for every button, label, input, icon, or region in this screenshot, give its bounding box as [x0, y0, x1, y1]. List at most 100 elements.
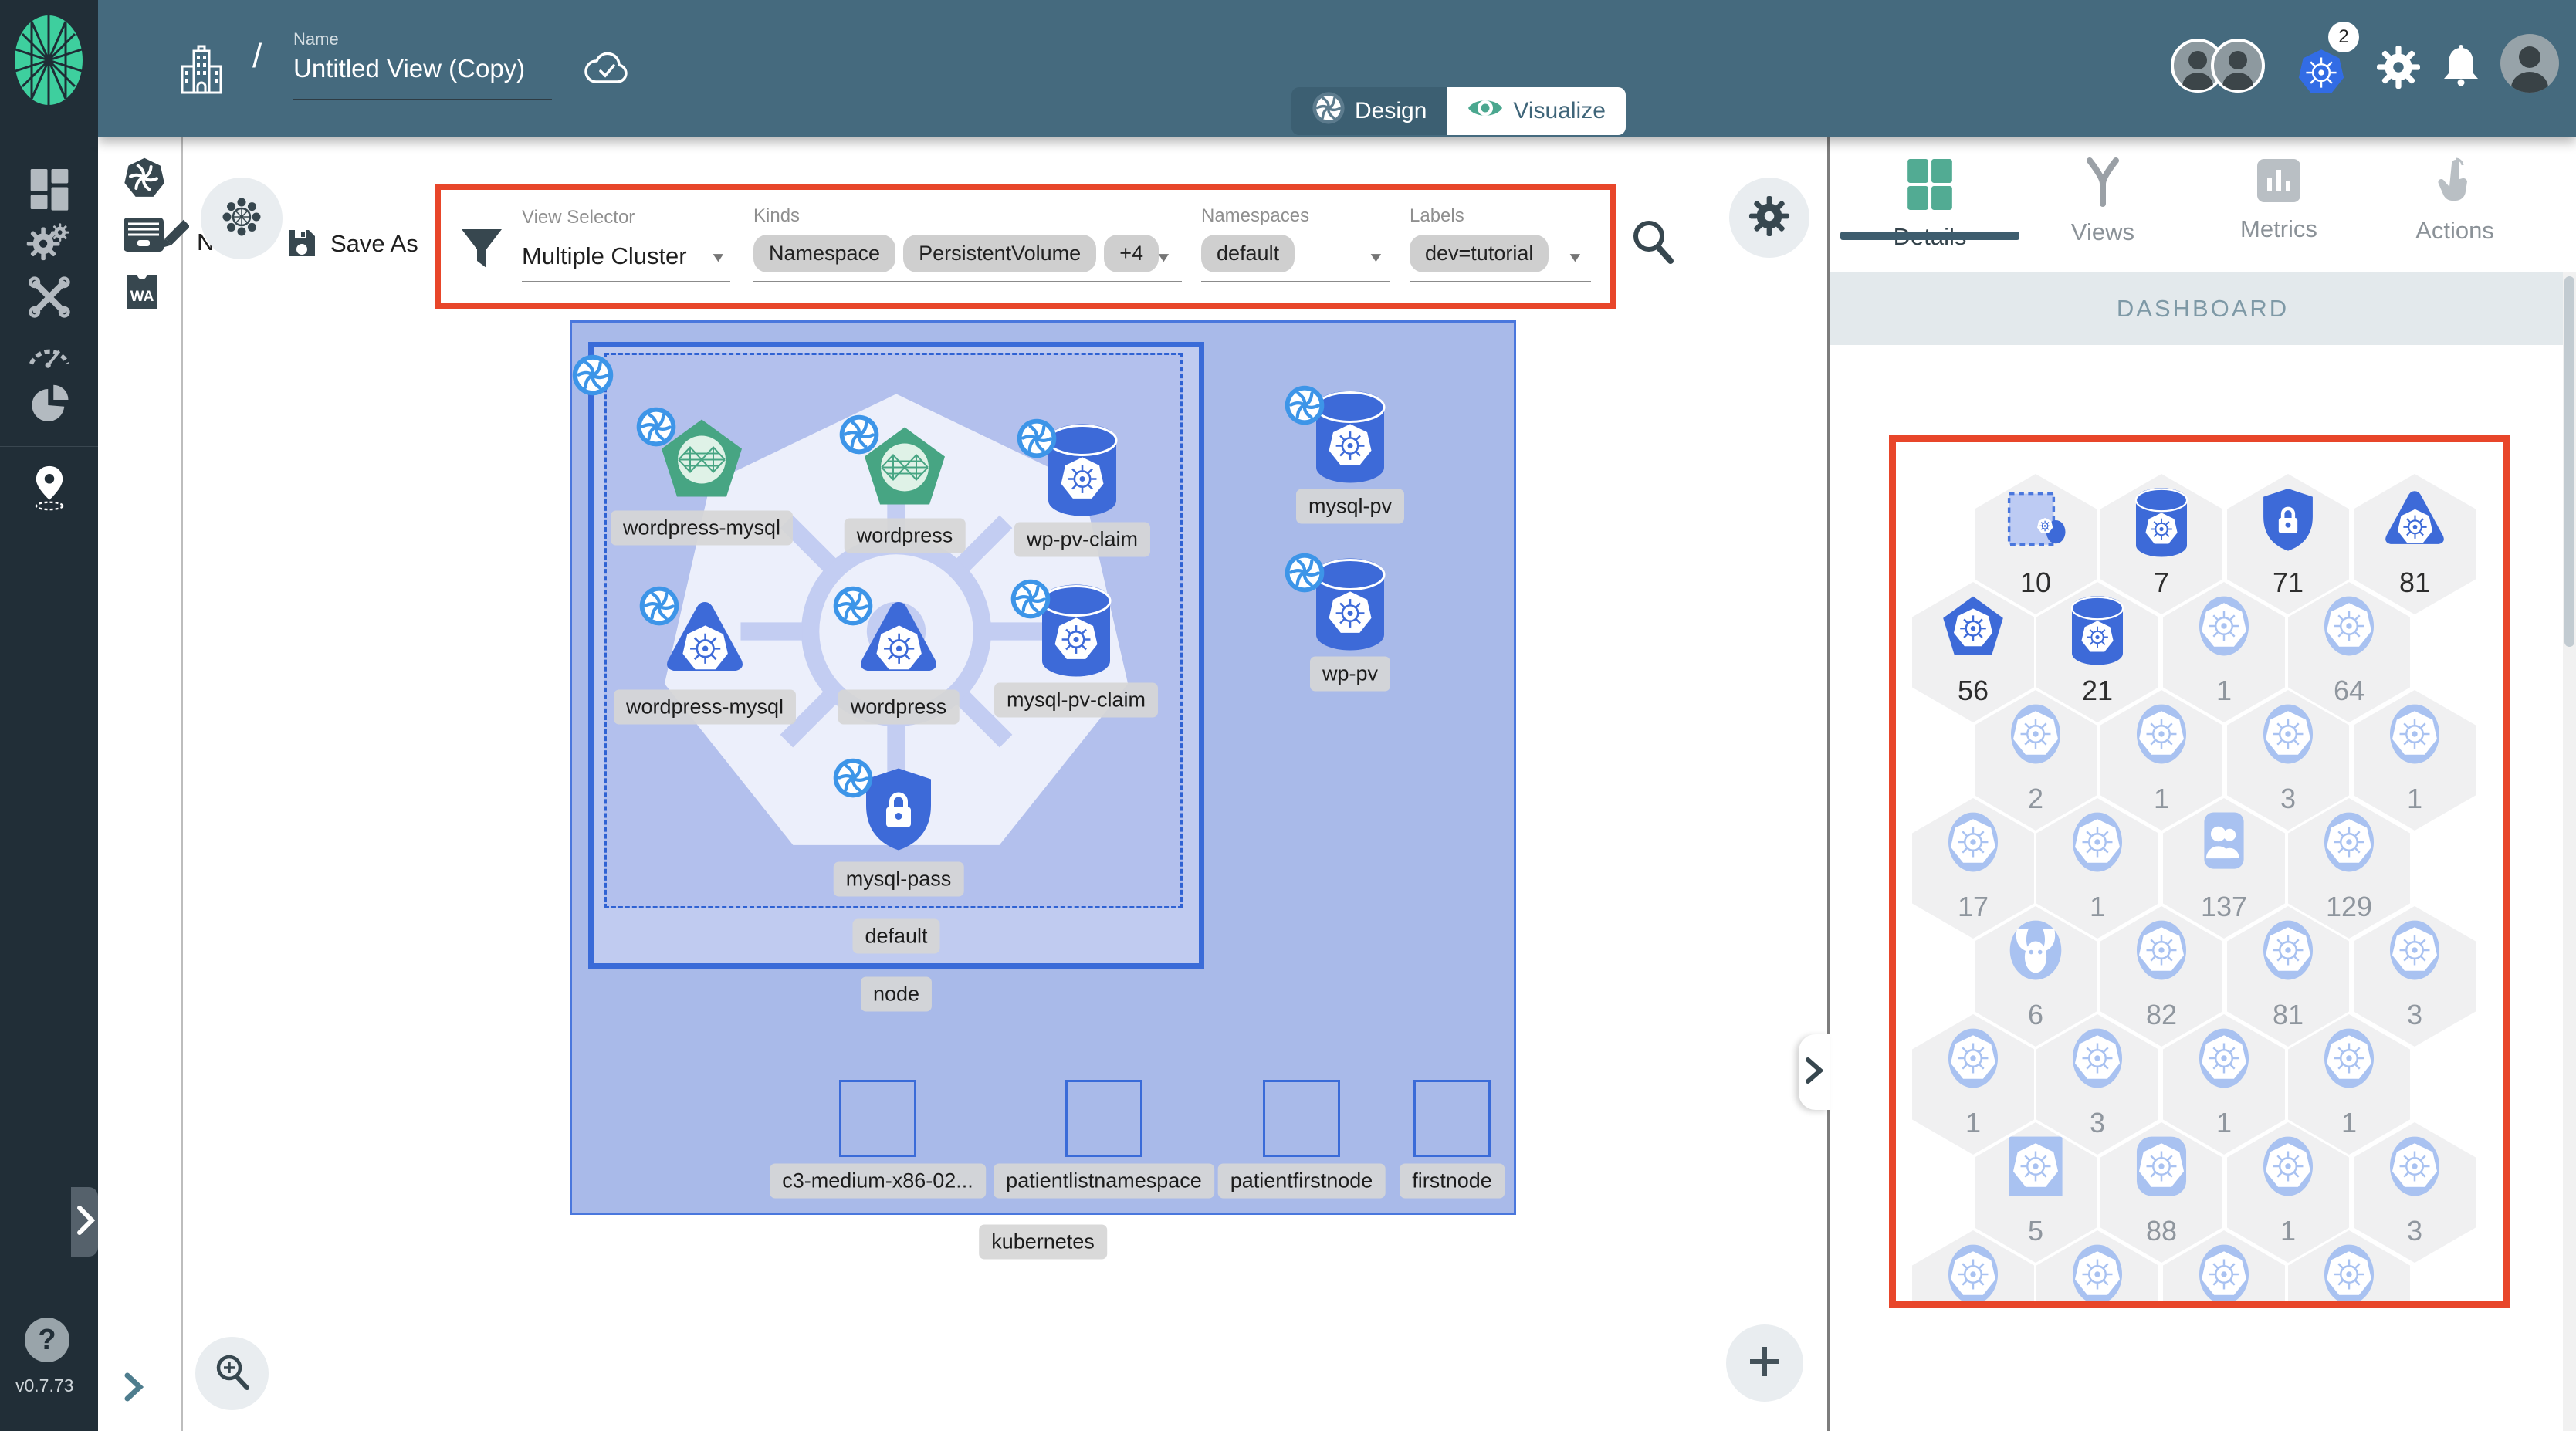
kind-chip[interactable]: +4 [1104, 235, 1159, 272]
node-name-label[interactable]: c3-medium-x86-02... [770, 1163, 986, 1199]
chevron-down-icon[interactable]: ▼ [1566, 249, 1584, 265]
meshery-logo-icon[interactable] [12, 12, 86, 112]
collaborator-avatar[interactable] [2211, 39, 2265, 96]
app-header: / Name Untitled View (Copy) Design Visua… [98, 0, 2576, 137]
empty-node-square[interactable] [1413, 1080, 1491, 1157]
svg-text:WA: WA [130, 289, 154, 305]
scrollbar-thumb[interactable] [2564, 276, 2574, 647]
node-label[interactable]: node [860, 976, 933, 1012]
hex-cell-pod[interactable]: 81 [2354, 474, 2476, 614]
save-as-button[interactable]: Save As [330, 230, 418, 258]
meshery-tool-icon[interactable] [122, 156, 165, 203]
kubernetes-context-icon[interactable] [2291, 45, 2351, 101]
visualize-tab[interactable]: Visualize [1447, 87, 1626, 135]
tab-actions[interactable]: Actions [2378, 157, 2532, 245]
node-name-label[interactable]: firstnode [1400, 1163, 1505, 1199]
oval-icon [2192, 1027, 2256, 1094]
service-icon [1940, 594, 2006, 661]
hex-cell-volume[interactable]: 7 [2100, 474, 2222, 614]
hex-cell-oval[interactable]: 82 [2100, 906, 2222, 1047]
oval-icon [2256, 1135, 2320, 1202]
node-name-label[interactable]: wordpress-mysql [613, 689, 797, 725]
hex-cell-oval[interactable]: 1 [1912, 1014, 2034, 1155]
oval-icon [1941, 1243, 2005, 1301]
chevron-down-icon[interactable]: ▼ [709, 249, 727, 265]
hex-cell-oval[interactable]: 3 [2354, 1122, 2476, 1263]
sidebar-item-extensions-icon[interactable] [0, 378, 98, 432]
oval-icon [2383, 702, 2446, 770]
node-name-label[interactable]: patientlistnamespace [994, 1163, 1214, 1199]
hex-cell-oval[interactable]: 17 [1912, 798, 2034, 939]
tab-views[interactable]: Views [2026, 157, 2180, 246]
node-name-label[interactable]: mysql-pv [1295, 489, 1405, 524]
user-avatar[interactable] [2499, 32, 2561, 98]
expand-chevron-icon[interactable] [124, 1372, 144, 1406]
save-icon[interactable] [284, 225, 320, 265]
node-name-label[interactable]: wp-pv [1309, 656, 1391, 692]
settings-icon[interactable] [2376, 45, 2421, 93]
hex-cell-oval[interactable]: 1 [2163, 1014, 2285, 1155]
meshery-badge-icon [638, 585, 680, 631]
sidebar-item-catalog-pin-icon[interactable] [0, 461, 98, 515]
hex-cell-users[interactable]: 137 [2163, 798, 2285, 939]
empty-node-square[interactable] [839, 1080, 916, 1157]
app-window: / Name Untitled View (Copy) Design Visua… [0, 0, 2576, 1431]
namespace-chip[interactable]: default [1201, 235, 1295, 272]
namespace-label[interactable]: default [852, 918, 940, 954]
sidebar-item-configuration-icon[interactable] [0, 270, 98, 324]
pod-icon [2381, 486, 2449, 554]
wasm-filter-icon[interactable]: WA [124, 272, 161, 316]
actions-icon [2378, 157, 2532, 209]
node-name-label[interactable]: wordpress-mysql [610, 510, 794, 546]
oval-icon [2066, 810, 2129, 878]
edit-pencil-icon[interactable] [158, 219, 191, 257]
meshery-badge-icon [832, 585, 874, 631]
organization-icon[interactable] [179, 45, 224, 100]
design-tab[interactable]: Design [1291, 87, 1447, 135]
filter-funnel-icon[interactable] [458, 225, 506, 276]
sidebar-item-lifecycle-icon[interactable] [0, 216, 98, 270]
sidebar-item-performance-icon[interactable] [0, 324, 98, 378]
sidebar-item-dashboard-icon[interactable] [0, 162, 98, 216]
hex-cell-oval[interactable]: 1 [2354, 690, 2476, 831]
hex-count: 1 [2406, 783, 2423, 814]
chevron-down-icon[interactable]: ▼ [1367, 249, 1385, 265]
zoom-button[interactable] [195, 1337, 269, 1410]
name-input-underline [293, 62, 552, 100]
node-name-label[interactable]: patientfirstnode [1217, 1163, 1386, 1199]
labels-chip[interactable]: dev=tutorial [1410, 235, 1549, 272]
section-header: DASHBOARD [1830, 272, 2576, 345]
oval-icon [2317, 810, 2381, 878]
node-name-label[interactable]: mysql-pv-claim [994, 682, 1159, 718]
kind-chip[interactable]: Namespace [753, 235, 896, 272]
kind-chip[interactable]: PersistentVolume [903, 235, 1097, 272]
oval-icon [2192, 594, 2256, 661]
meshery-badge-icon [832, 757, 874, 803]
node-name-label[interactable]: wordpress [844, 518, 966, 553]
tab-metrics[interactable]: Metrics [2202, 157, 2356, 243]
notifications-icon[interactable] [2441, 43, 2481, 92]
view-selector-label: View Selector [522, 207, 635, 228]
empty-node-square[interactable] [1065, 1080, 1142, 1157]
hex-cell-oval[interactable]: 3 [2354, 906, 2476, 1047]
canvas-settings-button[interactable] [1729, 178, 1809, 258]
node-name-label[interactable]: wp-pv-claim [1014, 522, 1151, 557]
help-icon[interactable]: ? [23, 1316, 71, 1368]
add-button[interactable] [1726, 1324, 1803, 1402]
hex-cell-service[interactable]: 56 [1912, 582, 2034, 722]
empty-node-square[interactable] [1263, 1080, 1340, 1157]
hex-cell-roundrect[interactable]: 88 [2100, 1122, 2222, 1263]
meshery-badge-icon [1284, 384, 1325, 430]
hex-cell-oval[interactable]: 1 [2100, 690, 2222, 831]
chevron-down-icon[interactable]: ▼ [1155, 249, 1173, 265]
component-flower-button[interactable] [201, 178, 283, 259]
kinds-select[interactable]: Namespace PersistentVolume +4 [753, 235, 1159, 272]
view-selector-select[interactable]: Multiple Cluster [522, 242, 687, 270]
search-icon[interactable] [1630, 218, 1675, 269]
sidebar-expand-handle[interactable] [71, 1187, 98, 1257]
panel-collapse-handle[interactable] [1799, 1034, 1830, 1110]
hex-cell-oval[interactable]: 1 [2163, 582, 2285, 722]
cluster-label[interactable]: kubernetes [979, 1224, 1107, 1260]
node-name-label[interactable]: mysql-pass [833, 861, 964, 897]
node-name-label[interactable]: wordpress [838, 689, 960, 725]
